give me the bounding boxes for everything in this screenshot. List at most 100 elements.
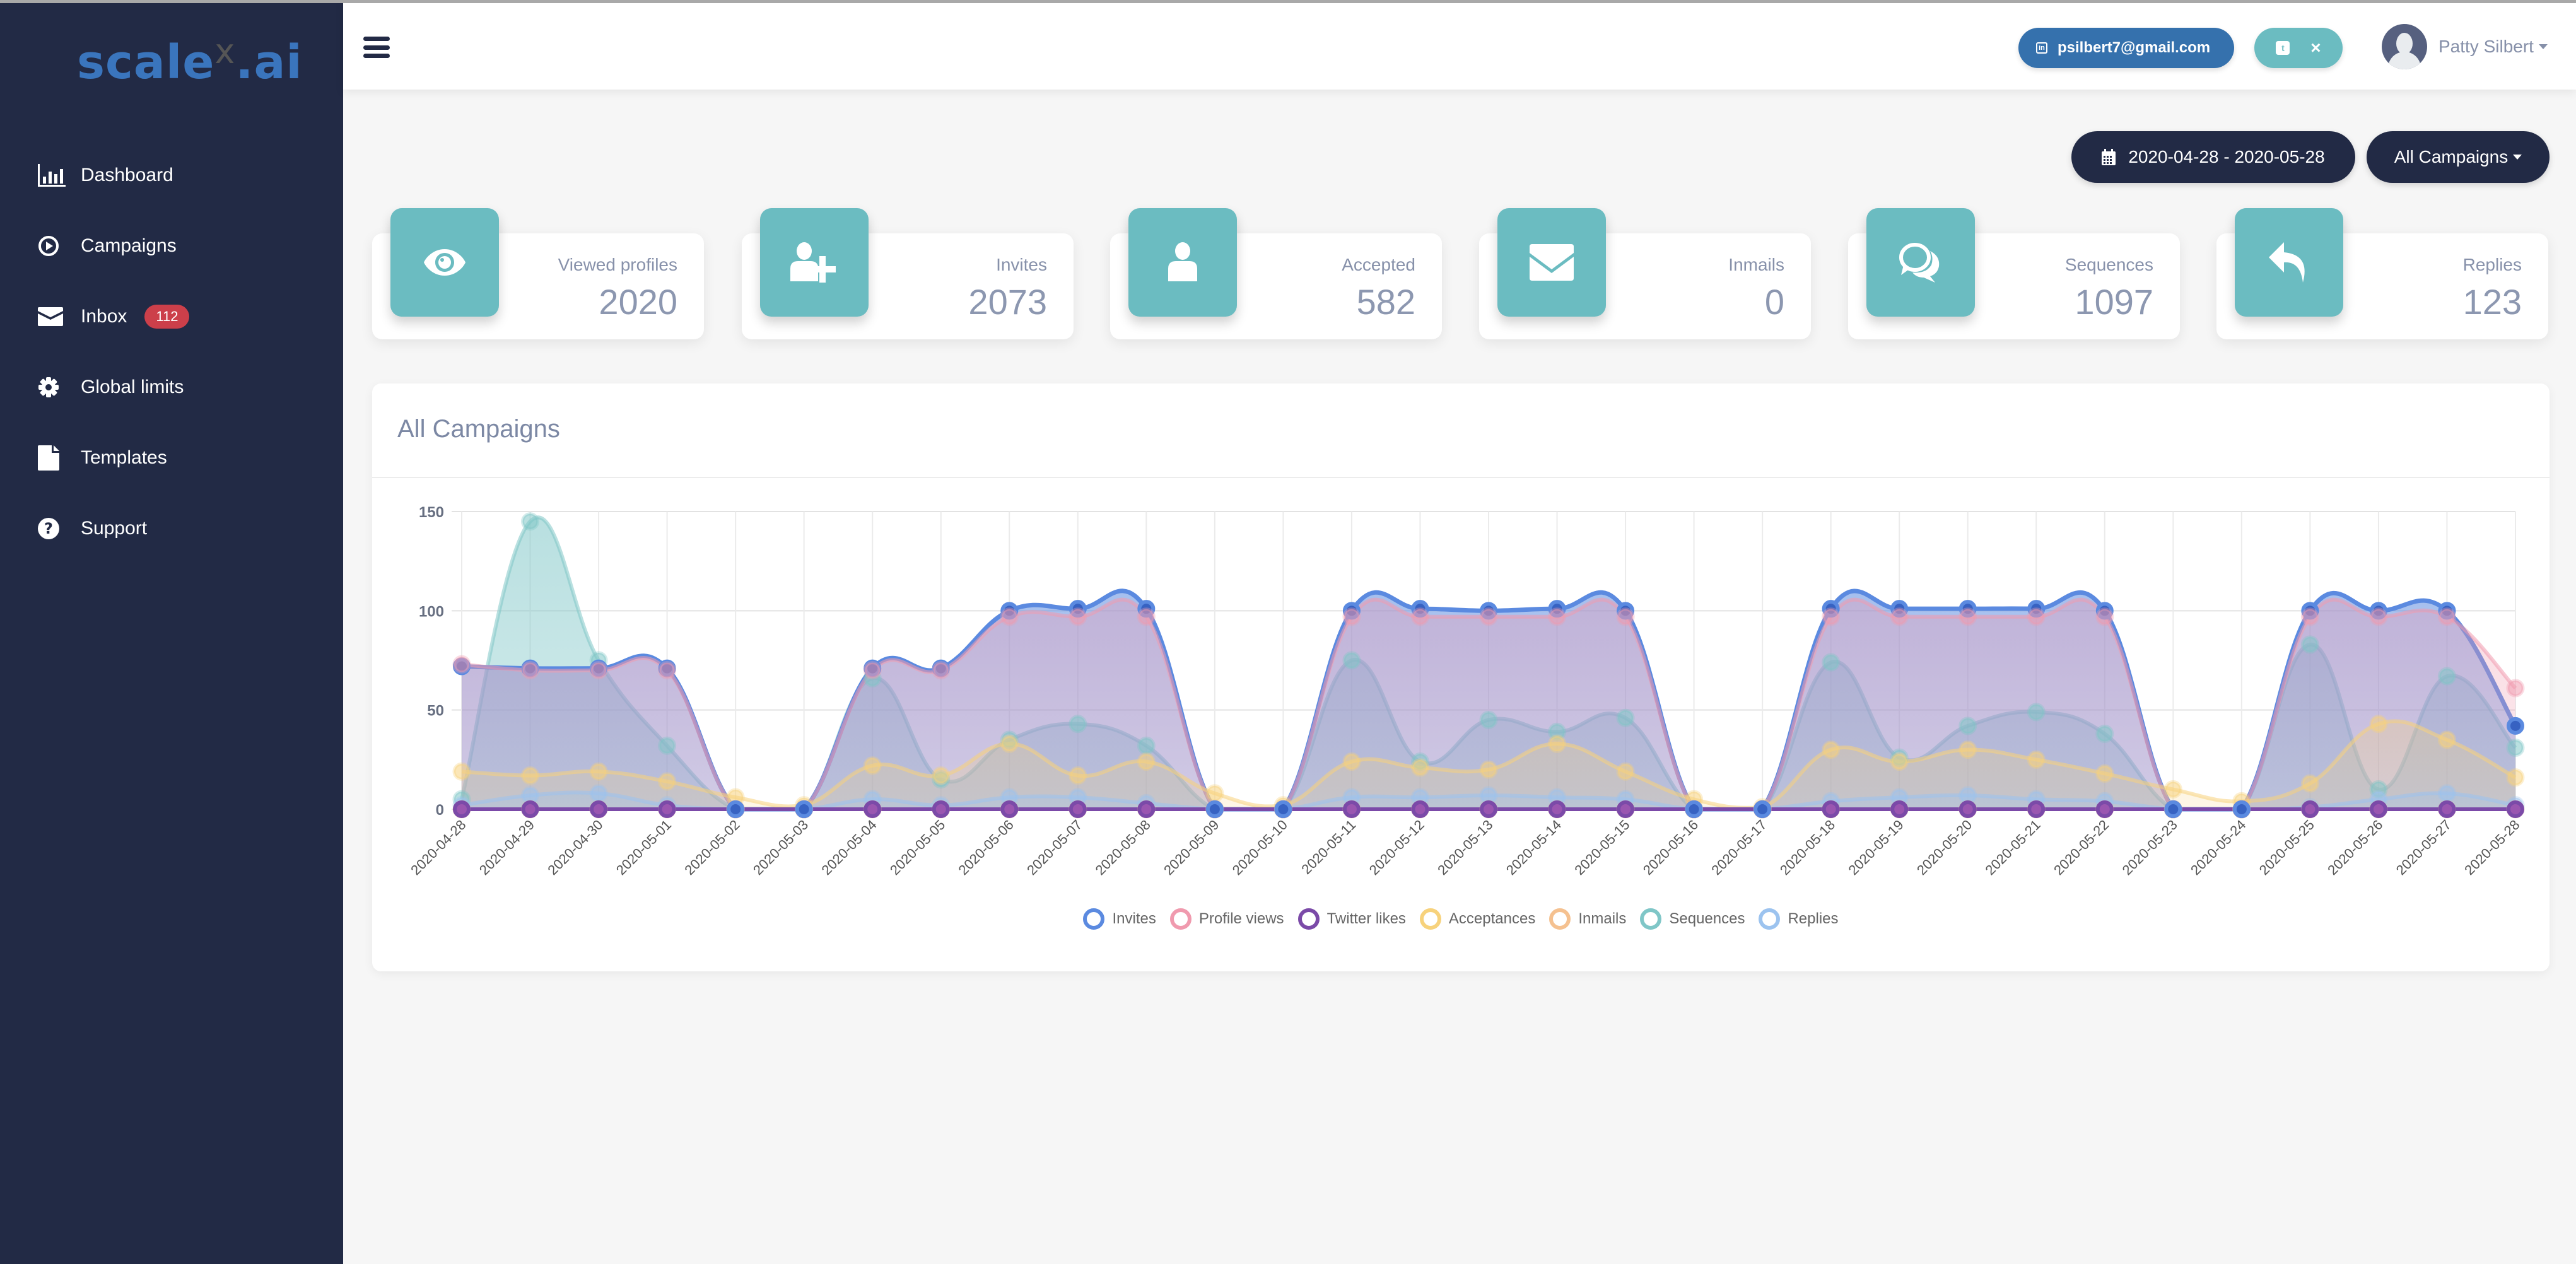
point-twitter-likes bbox=[2438, 800, 2456, 818]
point-twitter-likes bbox=[1548, 800, 1566, 818]
point-acceptances bbox=[2095, 764, 2114, 783]
gear-icon bbox=[38, 375, 67, 400]
user-menu-toggle[interactable]: Patty Silbert bbox=[2382, 24, 2548, 69]
linkedin-account-email: psilbert7@gmail.com bbox=[2058, 39, 2211, 56]
twitter-disconnect-button[interactable]: × bbox=[2310, 38, 2321, 58]
linkedin-account-button[interactable]: in psilbert7@gmail.com bbox=[2018, 28, 2234, 68]
sidebar-item-dashboard[interactable]: Dashboard bbox=[0, 140, 343, 211]
point-acceptances bbox=[1958, 740, 1977, 759]
point-acceptances bbox=[2300, 774, 2319, 793]
point-twitter-likes bbox=[1617, 800, 1635, 818]
sidebar-item-label: Dashboard bbox=[81, 165, 173, 185]
point-acceptances bbox=[1890, 752, 1909, 771]
sidebar: scalex.ai Dashboard Campaigns Inbox 112 bbox=[0, 0, 343, 1264]
legend-item-replies[interactable]: Replies bbox=[1759, 908, 1839, 930]
file-icon bbox=[38, 445, 67, 471]
point-acceptances bbox=[1137, 752, 1156, 771]
point-profile-views bbox=[658, 661, 677, 680]
point-acceptances bbox=[1548, 734, 1567, 753]
point-twitter-likes bbox=[2369, 800, 2387, 818]
campaign-select-value: All Campaigns bbox=[2394, 147, 2509, 167]
stat-label: Replies bbox=[2462, 255, 2522, 274]
svg-text:?: ? bbox=[44, 520, 53, 537]
point-sequences bbox=[2095, 724, 2114, 743]
point-acceptances bbox=[589, 762, 608, 781]
point-acceptances bbox=[932, 766, 951, 785]
legend-label: Acceptances bbox=[1448, 910, 1536, 927]
point-profile-views bbox=[1000, 607, 1019, 626]
point-invites bbox=[2232, 800, 2251, 818]
point-sequences bbox=[1822, 653, 1841, 672]
legend-item-twitter-likes[interactable]: Twitter likes bbox=[1297, 908, 1406, 930]
x-tick-label: 2020-05-16 bbox=[1640, 817, 1701, 878]
point-sequences bbox=[1137, 736, 1156, 755]
inbox-count-badge: 112 bbox=[144, 305, 190, 329]
date-range-picker[interactable]: 2020-04-28 - 2020-05-28 bbox=[2071, 131, 2355, 183]
point-twitter-likes bbox=[2027, 800, 2046, 818]
point-profile-views bbox=[2095, 607, 2114, 626]
point-twitter-likes bbox=[590, 800, 608, 818]
x-tick-label: 2020-05-20 bbox=[1914, 817, 1975, 878]
campaign-select-dropdown[interactable]: All Campaigns bbox=[2367, 131, 2550, 183]
logo-suffix: .ai bbox=[235, 35, 303, 90]
legend-label: Profile views bbox=[1198, 910, 1284, 927]
twitter-icon[interactable]: t bbox=[2276, 41, 2290, 55]
point-sequences bbox=[1068, 715, 1087, 734]
legend-item-invites[interactable]: Invites bbox=[1083, 908, 1156, 930]
point-invites bbox=[1685, 800, 1703, 818]
envelope-icon bbox=[1497, 208, 1606, 317]
sidebar-item-label: Campaigns bbox=[81, 235, 177, 256]
reply-icon bbox=[2235, 208, 2343, 317]
point-profile-views bbox=[1137, 607, 1156, 626]
point-profile-views bbox=[2506, 679, 2525, 698]
point-acceptances bbox=[2506, 768, 2525, 787]
x-tick-label: 2020-05-22 bbox=[2051, 817, 2112, 878]
point-invites bbox=[1753, 800, 1772, 818]
sidebar-item-support[interactable]: ? Support bbox=[0, 493, 343, 564]
x-tick-label: 2020-05-23 bbox=[2119, 817, 2181, 878]
point-sequences bbox=[2027, 703, 2046, 722]
sidebar-item-global-limits[interactable]: Global limits bbox=[0, 352, 343, 423]
y-tick-label: 0 bbox=[436, 802, 444, 819]
x-tick-label: 2020-05-15 bbox=[1571, 817, 1632, 878]
x-tick-label: 2020-05-18 bbox=[1777, 817, 1838, 878]
x-tick-label: 2020-05-09 bbox=[1161, 817, 1222, 878]
point-profile-views bbox=[2369, 607, 2388, 626]
caret-down-icon bbox=[2538, 44, 2548, 49]
point-acceptances bbox=[1205, 784, 1224, 803]
point-twitter-likes bbox=[1342, 800, 1361, 818]
sidebar-item-label: Global limits bbox=[81, 377, 184, 397]
point-profile-views bbox=[863, 661, 882, 680]
point-profile-views bbox=[1616, 607, 1635, 626]
legend-item-inmails[interactable]: Inmails bbox=[1549, 908, 1626, 930]
stat-card-accepted: Accepted 582 bbox=[1110, 208, 1442, 339]
stat-label: Viewed profiles bbox=[558, 255, 677, 274]
point-profile-views bbox=[2027, 607, 2046, 626]
sidebar-item-campaigns[interactable]: Campaigns bbox=[0, 211, 343, 281]
point-profile-views bbox=[1958, 607, 1977, 626]
legend-swatch bbox=[1549, 908, 1571, 930]
point-twitter-likes bbox=[1000, 800, 1019, 818]
sidebar-item-label: Support bbox=[81, 518, 148, 539]
app-logo[interactable]: scalex.ai bbox=[77, 32, 303, 90]
sidebar-item-inbox[interactable]: Inbox 112 bbox=[0, 281, 343, 352]
legend-item-profile-views[interactable]: Profile views bbox=[1169, 908, 1284, 930]
question-circle-icon: ? bbox=[38, 516, 67, 541]
legend-item-sequences[interactable]: Sequences bbox=[1640, 908, 1745, 930]
sidebar-item-label: Inbox bbox=[81, 306, 127, 327]
user-plus-icon bbox=[760, 208, 869, 317]
point-acceptances bbox=[1000, 734, 1019, 753]
sidebar-item-templates[interactable]: Templates bbox=[0, 423, 343, 493]
x-tick-label: 2020-05-11 bbox=[1298, 817, 1359, 877]
legend-swatch bbox=[1419, 908, 1441, 930]
point-acceptances bbox=[658, 772, 677, 791]
point-replies bbox=[2437, 784, 2456, 803]
point-profile-views bbox=[932, 661, 951, 680]
logo-x: x bbox=[214, 32, 236, 71]
point-profile-views bbox=[1479, 607, 1498, 626]
legend-item-acceptances[interactable]: Acceptances bbox=[1419, 908, 1536, 930]
menu-toggle-button[interactable] bbox=[363, 37, 390, 59]
point-acceptances bbox=[1410, 758, 1429, 777]
user-icon bbox=[1128, 208, 1237, 317]
eye-icon bbox=[390, 208, 499, 317]
